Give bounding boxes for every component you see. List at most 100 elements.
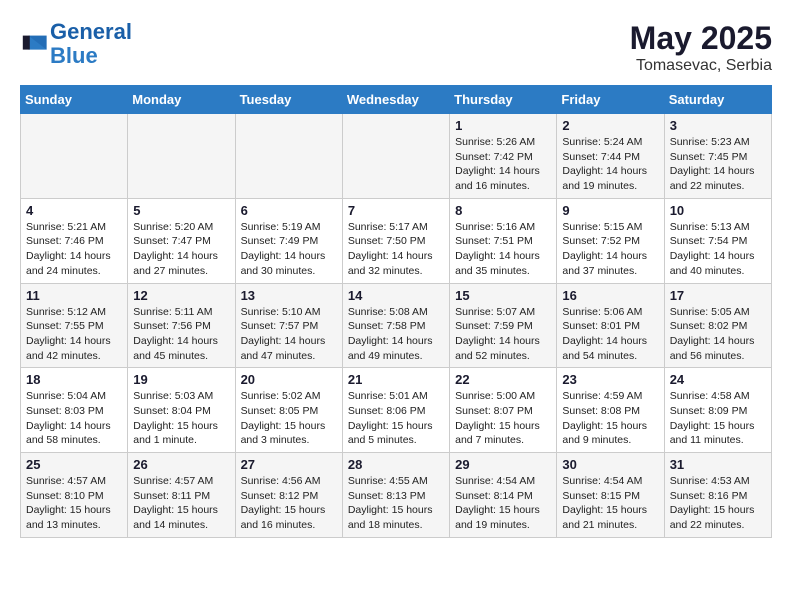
day-number: 11 [26,288,122,303]
day-number: 18 [26,372,122,387]
cell-info: Sunrise: 5:19 AMSunset: 7:49 PMDaylight:… [241,220,337,279]
calendar-cell: 1Sunrise: 5:26 AMSunset: 7:42 PMDaylight… [450,114,557,199]
day-number: 10 [670,203,766,218]
cell-info: Sunrise: 5:12 AMSunset: 7:55 PMDaylight:… [26,305,122,364]
logo: GeneralBlue [20,20,132,68]
cell-info: Sunrise: 5:11 AMSunset: 7:56 PMDaylight:… [133,305,229,364]
day-number: 23 [562,372,658,387]
calendar-cell: 15 Sunrise: 5:07 AMSunset: 7:59 PMDayligh… [450,283,557,368]
cell-info: Sunrise: 5:04 AMSunset: 8:03 PMDaylight:… [26,389,122,448]
day-number: 3 [670,118,766,133]
cell-info: Sunrise: 5:20 AMSunset: 7:47 PMDaylight:… [133,220,229,279]
calendar-cell: 28 Sunrise: 4:55 AMSunset: 8:13 PMDayligh… [342,453,449,538]
day-number: 16 [562,288,658,303]
day-number: 21 [348,372,444,387]
day-number: 17 [670,288,766,303]
day-number: 28 [348,457,444,472]
location: Tomasevac, Serbia [630,57,772,75]
title-block: May 2025 Tomasevac, Serbia [630,20,772,75]
page-header: GeneralBlue May 2025 Tomasevac, Serbia [20,20,772,75]
day-number: 25 [26,457,122,472]
day-number: 8 [455,203,551,218]
day-number: 20 [241,372,337,387]
calendar-cell: 3 Sunrise: 5:23 AMSunset: 7:45 PMDaylight… [664,114,771,199]
cell-info: Sunrise: 4:58 AMSunset: 8:09 PMDaylight:… [670,389,766,448]
cell-info: Sunrise: 5:23 AMSunset: 7:45 PMDaylight:… [670,135,766,194]
days-header-row: SundayMondayTuesdayWednesdayThursdayFrid… [21,86,772,114]
calendar-cell: 23 Sunrise: 4:59 AMSunset: 8:08 PMDayligh… [557,368,664,453]
calendar-cell: 20 Sunrise: 5:02 AMSunset: 8:05 PMDayligh… [235,368,342,453]
day-number: 2 [562,118,658,133]
day-number: 5 [133,203,229,218]
calendar-cell: 7 Sunrise: 5:17 AMSunset: 7:50 PMDaylight… [342,198,449,283]
week-row-1: 1Sunrise: 5:26 AMSunset: 7:42 PMDaylight… [21,114,772,199]
cell-info: Sunrise: 4:55 AMSunset: 8:13 PMDaylight:… [348,474,444,533]
day-header-tuesday: Tuesday [235,86,342,114]
calendar-cell: 29Sunrise: 4:54 AMSunset: 8:14 PMDayligh… [450,453,557,538]
cell-info: Sunrise: 4:59 AMSunset: 8:08 PMDaylight:… [562,389,658,448]
calendar-cell [128,114,235,199]
calendar-cell: 11 Sunrise: 5:12 AMSunset: 7:55 PMDayligh… [21,283,128,368]
day-number: 14 [348,288,444,303]
calendar-cell: 24 Sunrise: 4:58 AMSunset: 8:09 PMDayligh… [664,368,771,453]
day-number: 22 [455,372,551,387]
calendar-cell: 10 Sunrise: 5:13 AMSunset: 7:54 PMDayligh… [664,198,771,283]
calendar-cell: 19Sunrise: 5:03 AMSunset: 8:04 PMDayligh… [128,368,235,453]
cell-info: Sunrise: 4:57 AMSunset: 8:11 PMDaylight:… [133,474,229,533]
cell-info: Sunrise: 5:17 AMSunset: 7:50 PMDaylight:… [348,220,444,279]
calendar-cell: 2Sunrise: 5:24 AMSunset: 7:44 PMDaylight… [557,114,664,199]
calendar-cell [235,114,342,199]
cell-info: Sunrise: 5:08 AMSunset: 7:58 PMDaylight:… [348,305,444,364]
day-header-friday: Friday [557,86,664,114]
day-number: 30 [562,457,658,472]
day-number: 9 [562,203,658,218]
cell-info: Sunrise: 5:02 AMSunset: 8:05 PMDaylight:… [241,389,337,448]
calendar-cell: 6 Sunrise: 5:19 AMSunset: 7:49 PMDaylight… [235,198,342,283]
calendar-cell: 5 Sunrise: 5:20 AMSunset: 7:47 PMDaylight… [128,198,235,283]
day-number: 26 [133,457,229,472]
cell-info: Sunrise: 5:06 AMSunset: 8:01 PMDaylight:… [562,305,658,364]
week-row-2: 4Sunrise: 5:21 AMSunset: 7:46 PMDaylight… [21,198,772,283]
cell-info: Sunrise: 5:10 AMSunset: 7:57 PMDaylight:… [241,305,337,364]
cell-info: Sunrise: 5:13 AMSunset: 7:54 PMDaylight:… [670,220,766,279]
month-title: May 2025 [630,20,772,57]
day-number: 7 [348,203,444,218]
calendar-cell: 14 Sunrise: 5:08 AMSunset: 7:58 PMDayligh… [342,283,449,368]
calendar-cell: 16 Sunrise: 5:06 AMSunset: 8:01 PMDayligh… [557,283,664,368]
day-number: 15 [455,288,551,303]
calendar-cell: 4Sunrise: 5:21 AMSunset: 7:46 PMDaylight… [21,198,128,283]
cell-info: Sunrise: 4:56 AMSunset: 8:12 PMDaylight:… [241,474,337,533]
day-number: 4 [26,203,122,218]
calendar-cell: 27 Sunrise: 4:56 AMSunset: 8:12 PMDayligh… [235,453,342,538]
cell-info: Sunrise: 5:00 AMSunset: 8:07 PMDaylight:… [455,389,551,448]
cell-info: Sunrise: 5:05 AMSunset: 8:02 PMDaylight:… [670,305,766,364]
calendar-cell: 17 Sunrise: 5:05 AMSunset: 8:02 PMDayligh… [664,283,771,368]
calendar-cell: 22 Sunrise: 5:00 AMSunset: 8:07 PMDayligh… [450,368,557,453]
calendar-cell: 26 Sunrise: 4:57 AMSunset: 8:11 PMDayligh… [128,453,235,538]
cell-info: Sunrise: 5:26 AMSunset: 7:42 PMDaylight:… [455,135,551,194]
day-number: 6 [241,203,337,218]
cell-info: Sunrise: 4:53 AMSunset: 8:16 PMDaylight:… [670,474,766,533]
day-number: 27 [241,457,337,472]
cell-info: Sunrise: 5:16 AMSunset: 7:51 PMDaylight:… [455,220,551,279]
day-number: 12 [133,288,229,303]
cell-info: Sunrise: 5:01 AMSunset: 8:06 PMDaylight:… [348,389,444,448]
calendar-cell [21,114,128,199]
calendar-cell: 21 Sunrise: 5:01 AMSunset: 8:06 PMDayligh… [342,368,449,453]
cell-info: Sunrise: 5:07 AMSunset: 7:59 PMDaylight:… [455,305,551,364]
cell-info: Sunrise: 4:54 AMSunset: 8:15 PMDaylight:… [562,474,658,533]
calendar-cell: 30 Sunrise: 4:54 AMSunset: 8:15 PMDayligh… [557,453,664,538]
cell-info: Sunrise: 5:15 AMSunset: 7:52 PMDaylight:… [562,220,658,279]
day-number: 24 [670,372,766,387]
day-header-wednesday: Wednesday [342,86,449,114]
logo-icon [20,30,48,58]
calendar-cell: 31 Sunrise: 4:53 AMSunset: 8:16 PMDayligh… [664,453,771,538]
cell-info: Sunrise: 5:03 AMSunset: 8:04 PMDaylight:… [133,389,229,448]
week-row-3: 11 Sunrise: 5:12 AMSunset: 7:55 PMDayligh… [21,283,772,368]
day-number: 31 [670,457,766,472]
cell-info: Sunrise: 4:57 AMSunset: 8:10 PMDaylight:… [26,474,122,533]
calendar-table: SundayMondayTuesdayWednesdayThursdayFrid… [20,85,772,538]
calendar-cell: 18 Sunrise: 5:04 AMSunset: 8:03 PMDayligh… [21,368,128,453]
day-header-monday: Monday [128,86,235,114]
week-row-4: 18 Sunrise: 5:04 AMSunset: 8:03 PMDayligh… [21,368,772,453]
